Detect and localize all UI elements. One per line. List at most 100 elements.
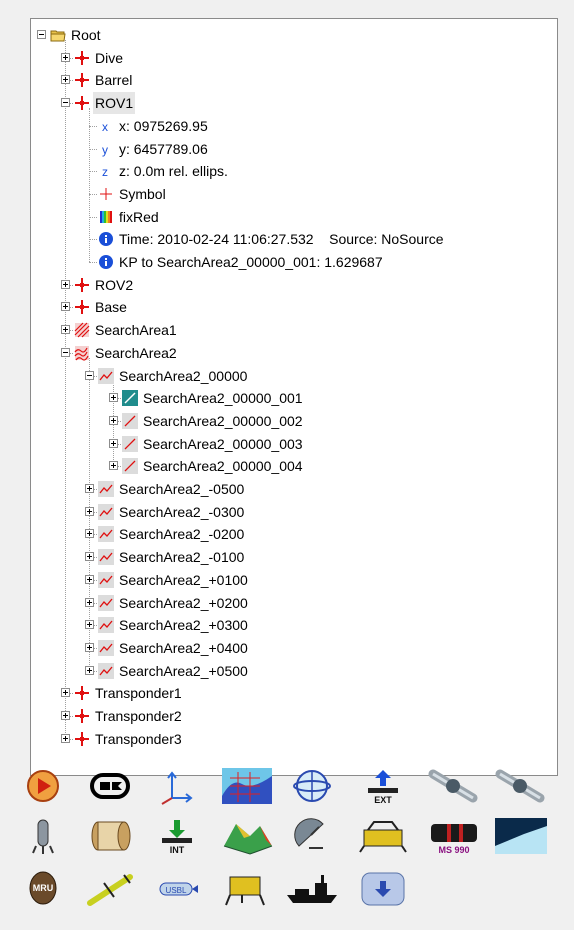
seafloor-view-button[interactable]	[494, 816, 548, 856]
expand-icon[interactable]	[61, 733, 70, 743]
winch-drum-button[interactable]	[84, 816, 138, 856]
tree-node[interactable]: Time: 2010-02-24 11:06:27.532 Source: No…	[31, 228, 557, 250]
auv-glider-button[interactable]	[84, 869, 138, 909]
pipe-grey-button[interactable]	[427, 766, 481, 806]
expand-icon[interactable]	[85, 529, 94, 539]
tree-node-label: SearchArea2_+0400	[119, 639, 248, 656]
tree-node-label: SearchArea2_+0200	[119, 594, 248, 611]
rov-vehicle-button[interactable]	[356, 816, 410, 856]
axes-3d-button[interactable]	[150, 766, 204, 806]
rov-frame-button[interactable]	[220, 869, 274, 909]
tree-node-label: ROV2	[95, 276, 134, 293]
collapse-icon[interactable]	[61, 98, 70, 108]
tree-node[interactable]: SearchArea2_-0500	[31, 478, 557, 500]
tree-node[interactable]: ROV2	[31, 274, 557, 296]
tree-node[interactable]: y y: 6457789.06	[31, 138, 557, 160]
tree-node[interactable]: SearchArea2_-0300	[31, 501, 557, 523]
tree-node-label: Symbol	[119, 185, 166, 202]
axis-y-icon: y	[98, 141, 114, 157]
mru-sensor-button[interactable]: MRU	[16, 869, 70, 909]
expand-icon[interactable]	[85, 642, 94, 652]
tree-node[interactable]: SearchArea2_-0200	[31, 523, 557, 545]
expand-icon[interactable]	[61, 302, 70, 312]
tree-node-label: SearchArea1	[95, 322, 177, 339]
tree-node[interactable]: Root	[31, 24, 557, 46]
play-circle-button[interactable]	[16, 766, 70, 806]
expand-icon[interactable]	[61, 688, 70, 698]
axis-z-icon: z	[98, 163, 114, 179]
expand-icon[interactable]	[85, 597, 94, 607]
expand-icon[interactable]	[85, 484, 94, 493]
sensor-probe-button[interactable]	[16, 816, 70, 856]
tree-node[interactable]: SearchArea2_00000	[31, 365, 557, 387]
satellite-dish-button[interactable]	[285, 816, 339, 856]
usbl-torpedo-button[interactable]: USBL	[150, 869, 204, 909]
expand-icon[interactable]	[61, 325, 70, 335]
red-cross-icon	[74, 731, 90, 747]
download-button-button[interactable]	[356, 869, 410, 909]
winch-drum-icon	[84, 816, 138, 856]
tree-node[interactable]: fixRed	[31, 206, 557, 228]
tree-node[interactable]: KP to SearchArea2_00000_001: 1.629687	[31, 251, 557, 273]
pipe-grey-2-button[interactable]	[494, 766, 548, 806]
tree-node[interactable]: Base	[31, 296, 557, 318]
expand-icon[interactable]	[85, 665, 94, 675]
tree-node[interactable]: Barrel	[31, 69, 557, 91]
tree-node[interactable]: Transponder1	[31, 682, 557, 704]
survey-ship-button[interactable]	[285, 869, 339, 909]
bathymetry-map-button[interactable]	[220, 766, 274, 806]
tree-node[interactable]: SearchArea2_+0200	[31, 592, 557, 614]
tree-node[interactable]: Transponder3	[31, 728, 557, 750]
tree-node[interactable]: SearchArea2_+0300	[31, 614, 557, 636]
tree-node[interactable]: z z: 0.0m rel. ellips.	[31, 160, 557, 182]
collapse-icon[interactable]	[61, 347, 70, 357]
tree-node[interactable]: SearchArea2_+0500	[31, 660, 557, 682]
play-circle-icon	[16, 766, 70, 806]
tree-node[interactable]: SearchArea2	[31, 342, 557, 364]
tree-guide-line	[89, 125, 97, 127]
expand-icon[interactable]	[61, 52, 70, 62]
tree-node[interactable]: ROV1	[31, 92, 557, 115]
tree-node-label: KP to SearchArea2_00000_001: 1.629687	[119, 254, 383, 270]
tree-node[interactable]: SearchArea2_-0100	[31, 546, 557, 568]
expand-icon[interactable]	[109, 438, 118, 448]
expand-icon[interactable]	[109, 393, 118, 403]
expand-icon[interactable]	[61, 279, 70, 289]
tree-node[interactable]: x x: 0975269.95	[31, 115, 557, 137]
expand-icon[interactable]	[85, 552, 94, 562]
expand-icon[interactable]	[61, 711, 70, 720]
object-tree[interactable]: Root Dive Barrel ROV1 x x: 0975269.95 y y: 6457…	[30, 18, 558, 776]
sonar-ms990-button[interactable]: MS 990	[427, 816, 481, 856]
external-import-button[interactable]: EXT	[356, 766, 410, 806]
expand-icon[interactable]	[85, 574, 94, 584]
download-button-icon	[356, 869, 410, 909]
internal-import-button[interactable]: INT	[150, 816, 204, 856]
expand-icon[interactable]	[61, 75, 70, 85]
tree-node[interactable]: Symbol	[31, 183, 557, 205]
tree-node[interactable]: SearchArea2_00000_001	[31, 387, 557, 409]
polyline-icon	[98, 662, 114, 679]
red-cross-icon	[74, 95, 90, 111]
expand-icon[interactable]	[109, 415, 118, 425]
tree-node[interactable]: SearchArea1	[31, 319, 557, 341]
tree-node[interactable]: Transponder2	[31, 705, 557, 727]
tree-node[interactable]: SearchArea2_+0400	[31, 637, 557, 659]
expand-icon[interactable]	[109, 461, 118, 471]
tree-node[interactable]: SearchArea2_+0100	[31, 569, 557, 591]
axes-3d-icon	[150, 766, 204, 806]
tree-node-label: SearchArea2_00000	[119, 367, 248, 384]
collapse-icon[interactable]	[37, 30, 46, 39]
terrain-3d-button[interactable]	[220, 816, 274, 856]
tree-node[interactable]: Dive	[31, 47, 557, 69]
tree-node[interactable]: SearchArea2_00000_004	[31, 455, 557, 477]
expand-icon[interactable]	[85, 620, 94, 630]
tree-node[interactable]: SearchArea2_00000_002	[31, 410, 557, 432]
plug-connector-button[interactable]	[84, 766, 138, 806]
expand-icon[interactable]	[85, 506, 94, 516]
usbl-torpedo-icon: USBL	[150, 869, 204, 909]
globe-orbit-button[interactable]	[285, 766, 339, 806]
tree-node-label: y: 6457789.06	[119, 140, 208, 157]
collapse-icon[interactable]	[85, 370, 94, 380]
tree-node[interactable]: SearchArea2_00000_003	[31, 433, 557, 455]
wave-hatched-area-icon	[74, 345, 90, 361]
